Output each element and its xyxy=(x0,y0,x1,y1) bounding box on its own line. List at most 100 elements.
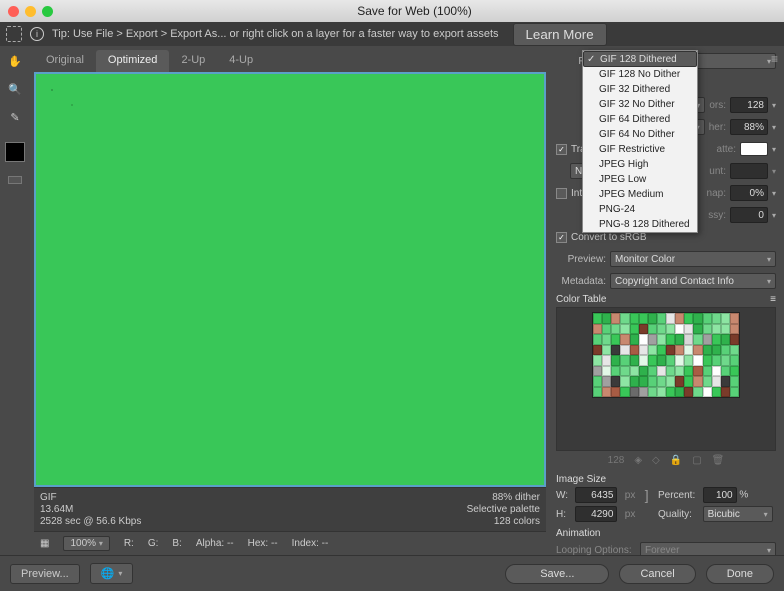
websnap-input[interactable] xyxy=(730,185,768,201)
preset-option[interactable]: PNG-24 xyxy=(583,202,697,217)
looping-label: Looping Options: xyxy=(556,545,636,556)
amount-input xyxy=(730,163,768,179)
bottom-bar: Preview... 🌐 ▾ Save... Cancel Done xyxy=(0,555,784,591)
preview-tabs: Original Optimized 2-Up 4-Up xyxy=(34,50,546,72)
ct-shift-icon[interactable]: ◇ xyxy=(652,455,660,466)
status-bar: ▦ 100% ▾ R: G: B: Alpha: -- Hex: -- Inde… xyxy=(34,531,546,555)
dither-input[interactable] xyxy=(730,119,768,135)
srgb-label: Convert to sRGB xyxy=(571,232,647,243)
preview-canvas[interactable] xyxy=(34,72,546,487)
tab-optimized[interactable]: Optimized xyxy=(96,50,170,72)
status-r: R: xyxy=(124,538,134,549)
zoom-tool-icon[interactable]: 🔍 xyxy=(6,80,24,98)
metadata-select[interactable]: Copyright and Contact Info▾ xyxy=(610,273,776,289)
preset-option[interactable]: GIF 64 Dithered xyxy=(583,112,697,127)
info-icon: i xyxy=(30,27,44,41)
transparency-checkbox[interactable] xyxy=(556,144,567,155)
maximize-window-icon[interactable] xyxy=(42,6,53,17)
footer-palette: Selective palette xyxy=(467,504,540,515)
color-table[interactable] xyxy=(556,307,776,451)
ct-count: 128 xyxy=(608,455,625,466)
preset-option[interactable]: GIF 32 No Dither xyxy=(583,97,697,112)
titlebar: Save for Web (100%) xyxy=(0,0,784,22)
status-alpha: Alpha: -- xyxy=(196,538,234,549)
minimize-window-icon[interactable] xyxy=(25,6,36,17)
done-button[interactable]: Done xyxy=(706,564,774,584)
color-table-menu-icon[interactable]: ≡ xyxy=(770,294,776,305)
image-size-label: Image Size xyxy=(556,474,776,485)
save-button[interactable]: Save... xyxy=(505,564,609,584)
panel-menu-icon[interactable]: ≡ xyxy=(771,52,778,66)
preset-option[interactable]: JPEG Medium xyxy=(583,187,697,202)
eyedropper-tool-icon[interactable]: ✎ xyxy=(6,108,24,126)
websnap-label: nap: xyxy=(707,188,726,199)
quality-select[interactable]: Bicubic▾ xyxy=(703,506,773,522)
preset-option[interactable]: GIF Restrictive xyxy=(583,142,697,157)
amount-label: unt: xyxy=(709,166,726,177)
preview-select[interactable]: Monitor Color▾ xyxy=(610,251,776,267)
metadata-label: Metadata: xyxy=(556,276,606,287)
tab-4up[interactable]: 4-Up xyxy=(217,50,265,72)
footer-colors: 128 colors xyxy=(467,516,540,527)
browser-preview-button[interactable]: 🌐 ▾ xyxy=(90,563,134,584)
grid-icon[interactable]: ▦ xyxy=(40,538,49,549)
height-label: H: xyxy=(556,509,571,520)
lossy-input[interactable] xyxy=(730,207,768,223)
lossy-label: ssy: xyxy=(708,210,726,221)
close-window-icon[interactable] xyxy=(8,6,19,17)
dither-label: her: xyxy=(709,122,726,133)
width-input[interactable] xyxy=(575,487,617,503)
quality-label: Quality: xyxy=(658,509,699,520)
tab-original[interactable]: Original xyxy=(34,50,96,72)
preset-dropdown[interactable]: GIF 128 DitheredGIF 128 No DitherGIF 32 … xyxy=(582,50,698,233)
interlaced-checkbox[interactable] xyxy=(556,188,567,199)
status-b: B: xyxy=(172,538,181,549)
height-input[interactable] xyxy=(575,506,617,522)
preset-option[interactable]: GIF 32 Dithered xyxy=(583,82,697,97)
window-title: Save for Web (100%) xyxy=(53,4,776,18)
hand-tool-icon[interactable]: ✋ xyxy=(6,52,24,70)
preview-button[interactable]: Preview... xyxy=(10,564,80,584)
footer-download-time: 2528 sec @ 56.6 Kbps xyxy=(40,516,141,527)
cancel-button[interactable]: Cancel xyxy=(619,564,695,584)
colors-input[interactable] xyxy=(730,97,768,113)
color-table-label: Color Table xyxy=(556,294,606,305)
footer-filesize: 13.64M xyxy=(40,504,141,515)
animation-label: Animation xyxy=(556,528,776,539)
matte-swatch[interactable] xyxy=(740,142,768,156)
preset-option[interactable]: GIF 128 Dithered xyxy=(583,51,697,67)
preview-label: Preview: xyxy=(556,254,606,265)
preset-option[interactable]: GIF 64 No Dither xyxy=(583,127,697,142)
preview-footer: GIF 13.64M 2528 sec @ 56.6 Kbps 88% dith… xyxy=(34,487,546,531)
link-dimensions-icon[interactable]: ] xyxy=(643,487,654,503)
foreground-swatch[interactable] xyxy=(5,142,25,162)
tip-bar: i Tip: Use File > Export > Export As... … xyxy=(0,22,784,46)
status-g: G: xyxy=(148,538,159,549)
colors-stepper[interactable]: ▾ xyxy=(772,101,776,110)
preset-option[interactable]: JPEG High xyxy=(583,157,697,172)
matte-label: atte: xyxy=(717,144,736,155)
srgb-checkbox[interactable] xyxy=(556,232,567,243)
preset-option[interactable]: PNG-8 128 Dithered xyxy=(583,217,697,232)
ct-map-icon[interactable]: ◈ xyxy=(634,455,642,466)
app-icon xyxy=(6,26,22,42)
tab-2up[interactable]: 2-Up xyxy=(169,50,217,72)
ct-trash-icon[interactable]: 🗑 xyxy=(712,455,725,466)
footer-dither: 88% dither xyxy=(467,492,540,503)
width-label: W: xyxy=(556,490,571,501)
ct-lock-icon[interactable]: 🔒 xyxy=(670,455,682,466)
footer-format: GIF xyxy=(40,492,141,503)
percent-label: Percent: xyxy=(658,490,699,501)
colors-label: ors: xyxy=(709,100,726,111)
zoom-select[interactable]: 100% ▾ xyxy=(63,536,109,551)
percent-input[interactable] xyxy=(703,487,737,503)
toggle-slices-icon[interactable] xyxy=(8,176,22,184)
status-index: Index: -- xyxy=(292,538,329,549)
learn-more-button[interactable]: Learn More xyxy=(513,23,607,46)
preset-option[interactable]: JPEG Low xyxy=(583,172,697,187)
tool-strip: ✋ 🔍 ✎ xyxy=(0,46,30,555)
preset-option[interactable]: GIF 128 No Dither xyxy=(583,67,697,82)
tip-text: Tip: Use File > Export > Export As... or… xyxy=(52,28,499,40)
dither-stepper[interactable]: ▾ xyxy=(772,123,776,132)
ct-new-icon[interactable]: ▢ xyxy=(692,455,701,466)
